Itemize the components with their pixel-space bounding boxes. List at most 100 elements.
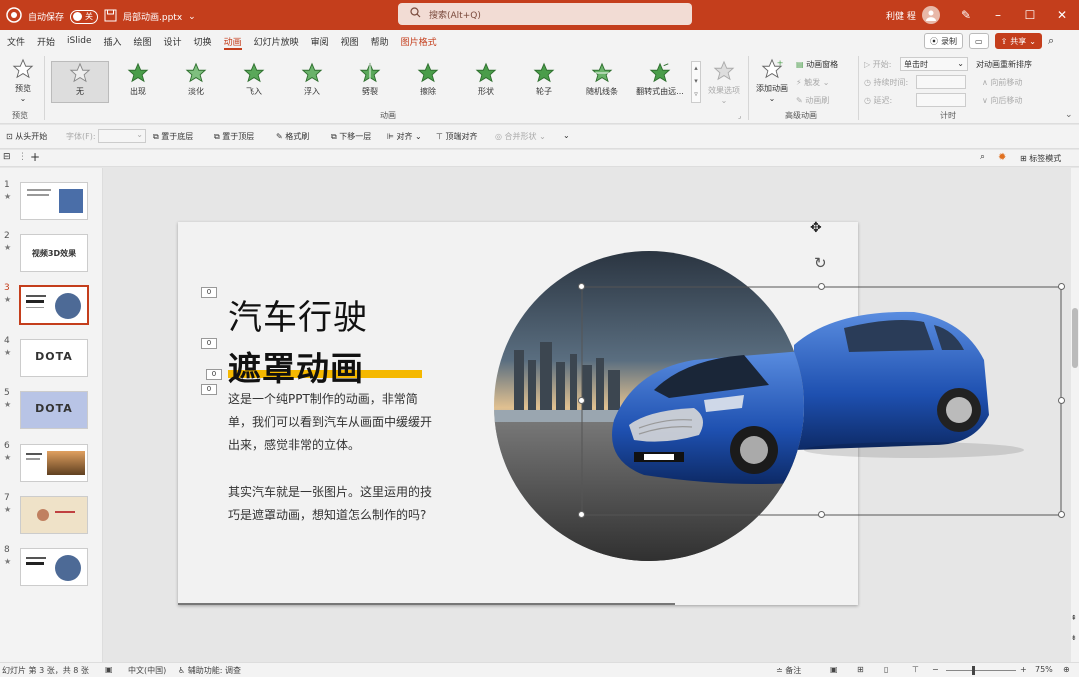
resize-handle[interactable] <box>578 511 585 518</box>
anim-wheel[interactable]: 轮子 <box>515 62 573 102</box>
customize-toolbar-icon[interactable]: ⌄ <box>563 131 570 140</box>
merge-shapes-button[interactable]: ◎ 合并形状 ⌄ <box>495 131 546 142</box>
anim-float-in[interactable]: 浮入 <box>283 62 341 102</box>
slideshow-view-icon[interactable]: ⊤ <box>912 665 919 674</box>
menu-animations[interactable]: 动画 <box>218 30 248 52</box>
language-indicator[interactable]: 中文(中国) <box>128 665 166 676</box>
menu-file[interactable]: 文件 <box>1 30 31 52</box>
resize-handle[interactable] <box>1058 397 1065 404</box>
file-name[interactable]: 局部动画.pptx <box>123 10 182 23</box>
thumbnails-toggle-icon[interactable]: ⊟ <box>3 152 11 162</box>
notes-button[interactable]: ≐ 备注 <box>776 665 801 676</box>
present-icon[interactable]: ⌕ <box>1048 34 1054 48</box>
anim-fade[interactable]: 淡化 <box>167 62 225 102</box>
slide-thumb-2[interactable]: 视频3D效果 <box>20 234 88 272</box>
accessibility-status[interactable]: ♿ 辅助功能: 调查 <box>178 665 241 676</box>
slide-thumb-6[interactable] <box>20 444 88 482</box>
zoom-out-button[interactable]: − <box>932 665 939 674</box>
bring-to-front-button[interactable]: ⧉ 置于顶层 <box>214 131 254 142</box>
anim-fly-in[interactable]: 飞入 <box>225 62 283 102</box>
chevron-down-icon[interactable]: ⌄ <box>188 12 196 22</box>
next-slide-icon[interactable]: ⇟ <box>1071 634 1077 642</box>
maximize-button[interactable]: ☐ <box>1018 0 1042 30</box>
send-to-back-button[interactable]: ⧉ 置于底层 <box>153 131 193 142</box>
align-button[interactable]: ⊫ 对齐 ⌄ <box>387 131 422 142</box>
move-later-button[interactable]: ∨ 向后移动 <box>982 95 1022 106</box>
trigger-button[interactable]: ⚡ 触发 ⌄ <box>796 77 829 88</box>
slide-thumb-8[interactable] <box>20 548 88 586</box>
format-painter-button[interactable]: ✎ 格式刷 <box>276 131 309 142</box>
animation-pane-button[interactable]: ▤ 动画窗格 <box>796 59 838 70</box>
zoom-slider[interactable] <box>946 670 1016 671</box>
animation-tag[interactable]: 0 <box>201 384 217 395</box>
settings-icon[interactable]: ✹ <box>998 152 1006 163</box>
from-start-button[interactable]: ⊡ 从头开始 <box>6 131 47 142</box>
resize-handle[interactable] <box>1058 511 1065 518</box>
close-button[interactable]: ✕ <box>1050 0 1074 30</box>
animation-tag[interactable]: 0 <box>201 338 217 349</box>
collapse-ribbon-icon[interactable]: ⌄ <box>1065 110 1073 120</box>
animation-painter-button[interactable]: ✎ 动画刷 <box>796 95 829 106</box>
resize-handle[interactable] <box>578 397 585 404</box>
start-select[interactable]: 单击时 ⌄ <box>900 57 968 71</box>
resize-handle[interactable] <box>818 283 825 290</box>
menu-islide[interactable]: iSlide <box>61 30 97 52</box>
record-button[interactable]: ⦿ 录制 <box>924 33 963 49</box>
menu-help[interactable]: 帮助 <box>365 30 395 52</box>
align-top-button[interactable]: ⊤ 顶端对齐 <box>436 131 478 142</box>
save-icon[interactable] <box>104 9 117 25</box>
add-animation-button[interactable]: + 添加动画 ⌄ <box>753 57 791 103</box>
send-backward-button[interactable]: ⧉ 下移一层 <box>331 131 371 142</box>
autosave-toggle[interactable]: 关 <box>70 9 99 24</box>
menu-design[interactable]: 设计 <box>158 30 188 52</box>
search-box[interactable]: 搜索(Alt+Q) <box>398 3 692 25</box>
pen-icon[interactable]: ✎ <box>954 0 978 30</box>
resize-handle[interactable] <box>1058 283 1065 290</box>
effect-options-button[interactable]: 效果选项 ⌄ <box>704 60 744 105</box>
comment-button[interactable]: ▭ <box>969 33 989 49</box>
search-tab-icon[interactable]: ⌕ <box>980 152 985 162</box>
anim-appear[interactable]: 出现 <box>109 62 167 102</box>
menu-slideshow[interactable]: 幻灯片放映 <box>248 30 305 52</box>
dialog-launcher-icon[interactable]: ⌟ <box>738 112 741 120</box>
share-button[interactable]: ⇪ 共享 ⌄ <box>994 33 1042 49</box>
move-earlier-button[interactable]: ∧ 向前移动 <box>982 77 1022 88</box>
anim-none[interactable]: 无 <box>51 62 109 102</box>
menu-picture-format[interactable]: 图片格式 <box>395 30 443 52</box>
slide-title[interactable]: 汽车行驶 <box>228 290 368 339</box>
slide-paragraph-2[interactable]: 其实汽车就是一张图片。这里运用的技巧是遮罩动画，想知道怎么制作的吗? <box>228 481 438 527</box>
slide-thumb-3[interactable] <box>19 285 89 325</box>
anim-split[interactable]: 劈裂 <box>341 62 399 102</box>
sorter-view-icon[interactable]: ⊞ <box>857 665 864 674</box>
zoom-level[interactable]: 75% <box>1035 665 1053 674</box>
slide-thumb-4[interactable]: DOTA <box>20 339 88 377</box>
rotate-handle-icon[interactable]: ↻ <box>814 254 827 272</box>
minimize-button[interactable]: – <box>986 0 1010 30</box>
slide-paragraph-1[interactable]: 这是一个纯PPT制作的动画，非常简单，我们可以看到汽车从画面中缓缓开出来，感觉非… <box>228 388 438 457</box>
animation-tag[interactable]: 0 <box>201 287 217 298</box>
menu-home[interactable]: 开始 <box>31 30 61 52</box>
preview-button[interactable]: 预览 ⌄ <box>6 58 40 103</box>
add-tab-button[interactable]: + <box>30 150 40 164</box>
slide-subtitle[interactable]: 遮罩动画 <box>228 342 364 390</box>
slide-thumb-5[interactable]: DOTA <box>20 391 88 429</box>
animation-tag[interactable]: 0 <box>206 369 222 380</box>
menu-transitions[interactable]: 切换 <box>188 30 218 52</box>
duration-input[interactable] <box>916 75 966 89</box>
zoom-in-button[interactable]: + <box>1020 665 1027 674</box>
slide-thumb-1[interactable] <box>20 182 88 220</box>
fit-slide-icon[interactable]: ⊕ <box>1063 665 1070 674</box>
avatar[interactable] <box>921 6 940 24</box>
menu-draw[interactable]: 绘图 <box>128 30 158 52</box>
zoom-slider-thumb[interactable] <box>972 666 975 675</box>
menu-insert[interactable]: 插入 <box>98 30 128 52</box>
tab-mode-button[interactable]: ⊞ 标签模式 <box>1020 153 1061 164</box>
spellcheck-icon[interactable]: ▣ <box>105 665 113 674</box>
normal-view-icon[interactable]: ▣ <box>830 665 838 674</box>
anim-random-bars[interactable]: 随机线条 <box>573 62 631 102</box>
font-select[interactable]: ⌄ <box>98 129 146 143</box>
delay-input[interactable] <box>916 93 966 107</box>
anim-grow-turn[interactable]: 翻转式由远... <box>631 62 689 102</box>
menu-view[interactable]: 视图 <box>335 30 365 52</box>
gallery-scroll[interactable]: ▴ ▾ ▿ <box>691 61 701 103</box>
